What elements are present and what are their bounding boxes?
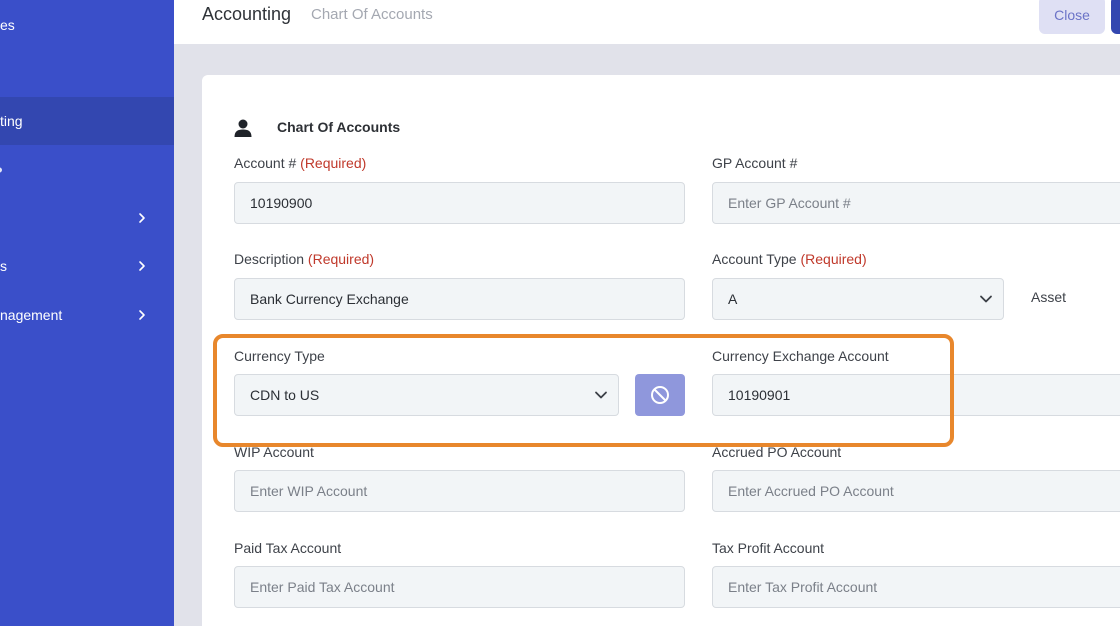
sidebar-item-label: es bbox=[0, 17, 15, 33]
accrued-po-account-label: Accrued PO Account bbox=[712, 444, 842, 460]
close-button[interactable]: Close bbox=[1039, 0, 1105, 34]
account-type-label: Account Type (Required) bbox=[712, 251, 867, 267]
chevron-down-icon bbox=[980, 295, 992, 303]
sidebar-item-blank[interactable] bbox=[0, 49, 174, 97]
sidebar-item-expandable-1[interactable] bbox=[0, 194, 174, 242]
sidebar-item-label: ting bbox=[0, 113, 23, 129]
wip-account-input[interactable]: Enter WIP Account bbox=[234, 470, 685, 512]
field-label-text: Account # bbox=[234, 155, 297, 171]
page-title: Accounting bbox=[202, 4, 292, 24]
wip-account-label: WIP Account bbox=[234, 444, 314, 460]
sidebar: es ting s nagement bbox=[0, 0, 174, 626]
paid-tax-account-input[interactable]: Enter Paid Tax Account bbox=[234, 566, 685, 608]
tax-profit-account-input[interactable]: Enter Tax Profit Account bbox=[712, 566, 1120, 608]
account-number-label: Account # (Required) bbox=[234, 155, 366, 171]
sidebar-item-expandable-2[interactable]: s bbox=[0, 242, 174, 290]
account-type-display: Asset bbox=[1031, 289, 1067, 305]
sidebar-item-label: s bbox=[0, 258, 7, 274]
required-marker: (Required) bbox=[300, 155, 367, 171]
chevron-right-icon bbox=[139, 261, 145, 271]
clear-currency-button[interactable] bbox=[635, 374, 685, 416]
sidebar-item-dot[interactable] bbox=[0, 146, 174, 194]
section-title: Chart Of Accounts bbox=[277, 119, 401, 135]
field-label-text: Account Type bbox=[712, 251, 797, 267]
chevron-right-icon bbox=[139, 310, 145, 320]
sidebar-item-label: nagement bbox=[0, 307, 63, 323]
save-button-edge[interactable] bbox=[1111, 0, 1120, 34]
sidebar-item-accounting[interactable]: ting bbox=[0, 97, 174, 145]
field-label-text: Description bbox=[234, 251, 305, 267]
account-number-input[interactable]: 10190900 bbox=[234, 182, 685, 224]
paid-tax-account-label: Paid Tax Account bbox=[234, 540, 342, 556]
required-marker: (Required) bbox=[800, 251, 867, 267]
tax-profit-account-label: Tax Profit Account bbox=[712, 540, 825, 556]
sidebar-item-sales[interactable]: es bbox=[0, 1, 174, 49]
breadcrumb[interactable]: Chart Of Accounts bbox=[311, 6, 433, 23]
account-type-value: A bbox=[728, 291, 738, 307]
ban-icon bbox=[651, 386, 669, 404]
description-input[interactable]: Bank Currency Exchange bbox=[234, 278, 685, 320]
sidebar-item-management[interactable]: nagement bbox=[0, 291, 174, 339]
bullet-icon bbox=[0, 167, 2, 173]
currency-exchange-account-label: Currency Exchange Account bbox=[712, 348, 889, 364]
chevron-right-icon bbox=[139, 213, 145, 223]
required-marker: (Required) bbox=[307, 251, 375, 267]
page-header: Accounting Chart Of Accounts bbox=[174, 0, 1120, 44]
gp-account-label: GP Account # bbox=[712, 155, 798, 171]
accrued-po-account-input[interactable]: Enter Accrued PO Account bbox=[712, 470, 1120, 512]
currency-type-label: Currency Type bbox=[234, 348, 325, 364]
currency-type-select[interactable]: CDN to US bbox=[234, 374, 619, 416]
description-label: Description (Required) bbox=[234, 251, 374, 267]
currency-type-value: CDN to US bbox=[250, 387, 320, 403]
currency-exchange-account-input[interactable]: 10190901 bbox=[712, 374, 1120, 416]
person-icon bbox=[234, 119, 252, 137]
gp-account-input[interactable]: Enter GP Account # bbox=[712, 182, 1120, 224]
account-type-select[interactable]: A bbox=[712, 278, 1004, 320]
chevron-down-icon bbox=[595, 391, 607, 399]
